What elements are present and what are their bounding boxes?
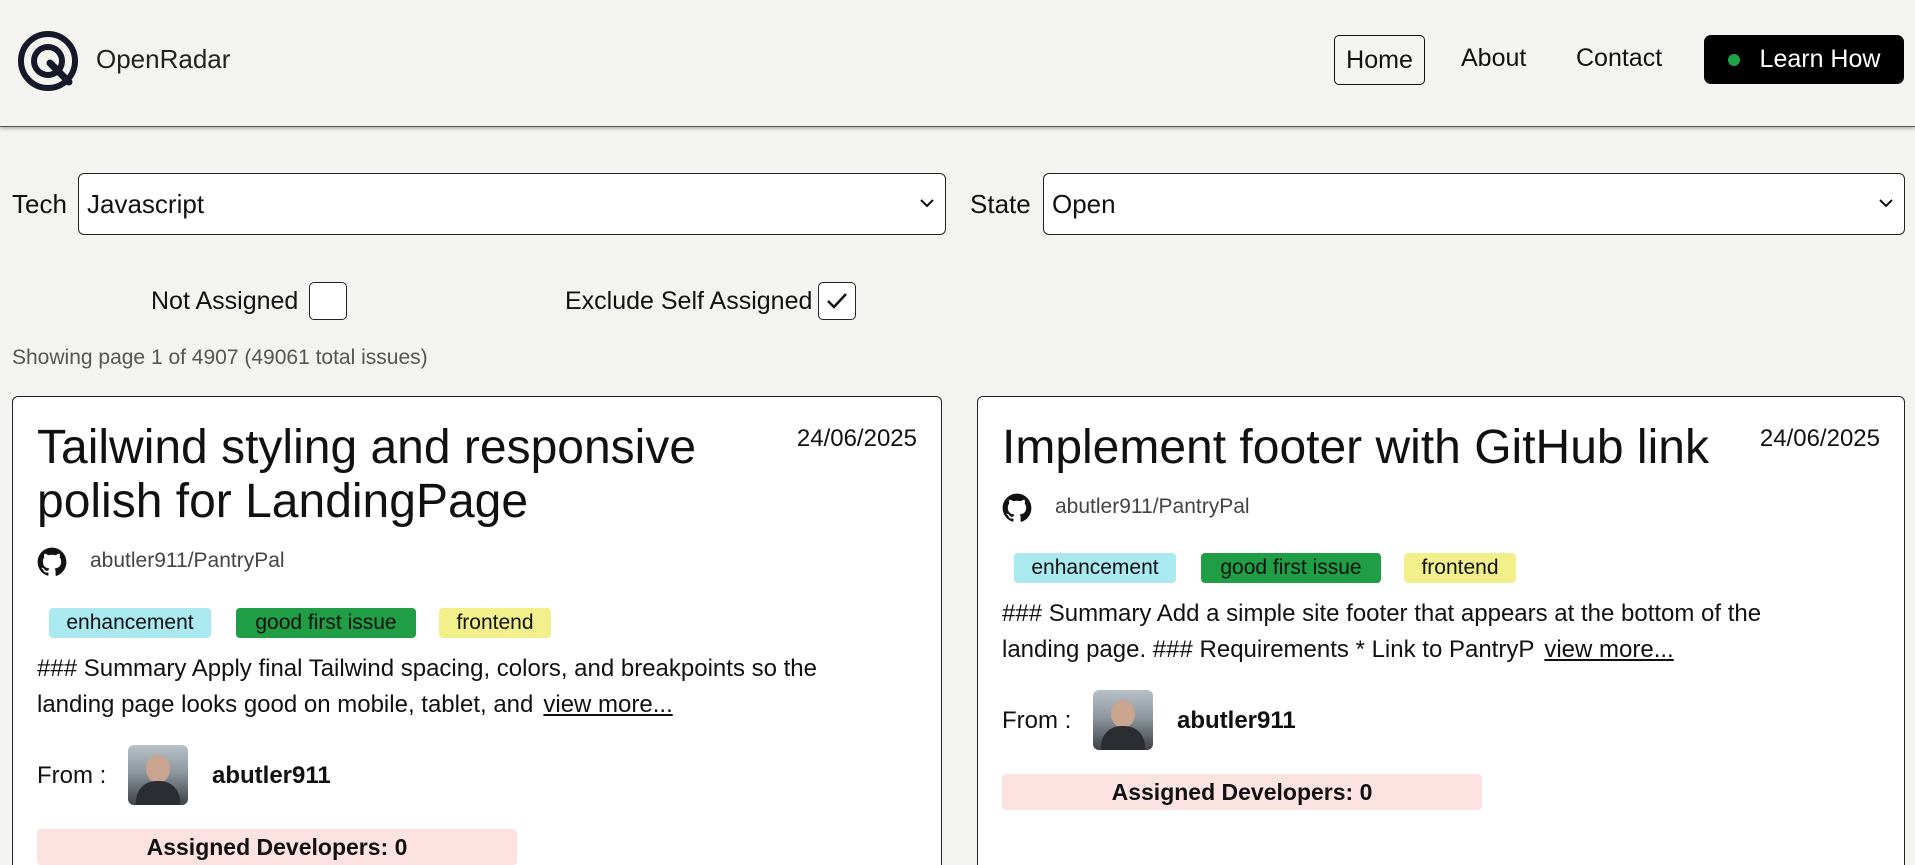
description-line: ### Summary Add a simple site footer tha…: [1002, 600, 1762, 627]
view-more-link[interactable]: view more...: [543, 691, 672, 718]
not-assigned-checkbox[interactable]: [309, 282, 347, 320]
exclude-self-assigned-checkbox[interactable]: [818, 282, 856, 320]
nav-contact-link[interactable]: Contact: [1576, 44, 1662, 73]
issue-description: ### Summary Add a simple site footer tha…: [1002, 596, 1761, 668]
description-line: ### Summary Apply final Tailwind spacing…: [37, 655, 817, 682]
from-label: From :: [37, 762, 107, 789]
issue-card[interactable]: Implement footer with GitHub link 24/06/…: [977, 396, 1905, 865]
repo-link[interactable]: abutler911/PantryPal: [1055, 495, 1250, 519]
state-select-value: Open: [1052, 188, 1116, 219]
tag-good-first-issue: good first issue: [1201, 553, 1381, 583]
view-more-link[interactable]: view more...: [1544, 636, 1673, 663]
tech-label: Tech: [12, 189, 67, 219]
author-name[interactable]: abutler911: [212, 762, 331, 790]
repo-link[interactable]: abutler911/PantryPal: [90, 549, 285, 573]
github-icon[interactable]: [1002, 493, 1032, 523]
from-label: From :: [1002, 707, 1072, 734]
tech-select-value: Javascript: [87, 188, 205, 219]
status-dot-icon: [1727, 53, 1740, 66]
site-header: OpenRadar Home About Contact Learn How: [0, 0, 1915, 127]
learn-how-button[interactable]: Learn How: [1704, 35, 1904, 84]
issue-title-line: Implement footer with GitHub link: [1002, 421, 1709, 474]
state-label: State: [970, 189, 1031, 219]
tag-frontend: frontend: [439, 608, 551, 638]
issue-description: ### Summary Apply final Tailwind spacing…: [37, 651, 817, 723]
tag-enhancement: enhancement: [49, 608, 211, 638]
openradar-logo-icon[interactable]: [17, 30, 79, 92]
issue-title[interactable]: Implement footer with GitHub link: [1002, 421, 1709, 475]
chevron-down-icon: [1879, 199, 1893, 208]
exclude-self-assigned-label: Exclude Self Assigned: [565, 287, 813, 315]
github-icon[interactable]: [37, 547, 67, 577]
issue-title[interactable]: Tailwind styling and responsive polish f…: [37, 421, 696, 529]
checkmark-icon: [827, 293, 847, 309]
brand-name[interactable]: OpenRadar: [96, 44, 230, 75]
description-line: landing page. ### Requirements * Link to…: [1002, 636, 1535, 663]
results-summary: Showing page 1 of 4907 (49061 total issu…: [12, 346, 428, 369]
tag-enhancement: enhancement: [1014, 553, 1176, 583]
description-line: landing page looks good on mobile, table…: [37, 691, 534, 718]
assigned-developers-badge: Assigned Developers: 0: [37, 829, 517, 865]
tag-good-first-issue: good first issue: [236, 608, 416, 638]
state-select[interactable]: Open: [1043, 173, 1905, 235]
tech-select[interactable]: Javascript: [78, 173, 946, 235]
chevron-down-icon: [920, 199, 934, 208]
assigned-developers-badge: Assigned Developers: 0: [1002, 774, 1482, 810]
author-name[interactable]: abutler911: [1177, 707, 1296, 735]
issue-title-line: polish for LandingPage: [37, 475, 529, 528]
not-assigned-label: Not Assigned: [151, 287, 299, 315]
issue-card[interactable]: Tailwind styling and responsive polish f…: [12, 396, 942, 865]
nav-about-link[interactable]: About: [1461, 44, 1526, 73]
tag-frontend: frontend: [1404, 553, 1516, 583]
avatar[interactable]: [1093, 690, 1153, 750]
learn-how-label: Learn How: [1759, 45, 1881, 73]
issue-date: 24/06/2025: [796, 425, 917, 452]
nav-home-link[interactable]: Home: [1334, 35, 1425, 85]
avatar[interactable]: [128, 745, 188, 805]
issue-title-line: Tailwind styling and responsive: [37, 421, 697, 474]
issue-date: 24/06/2025: [1759, 425, 1880, 452]
